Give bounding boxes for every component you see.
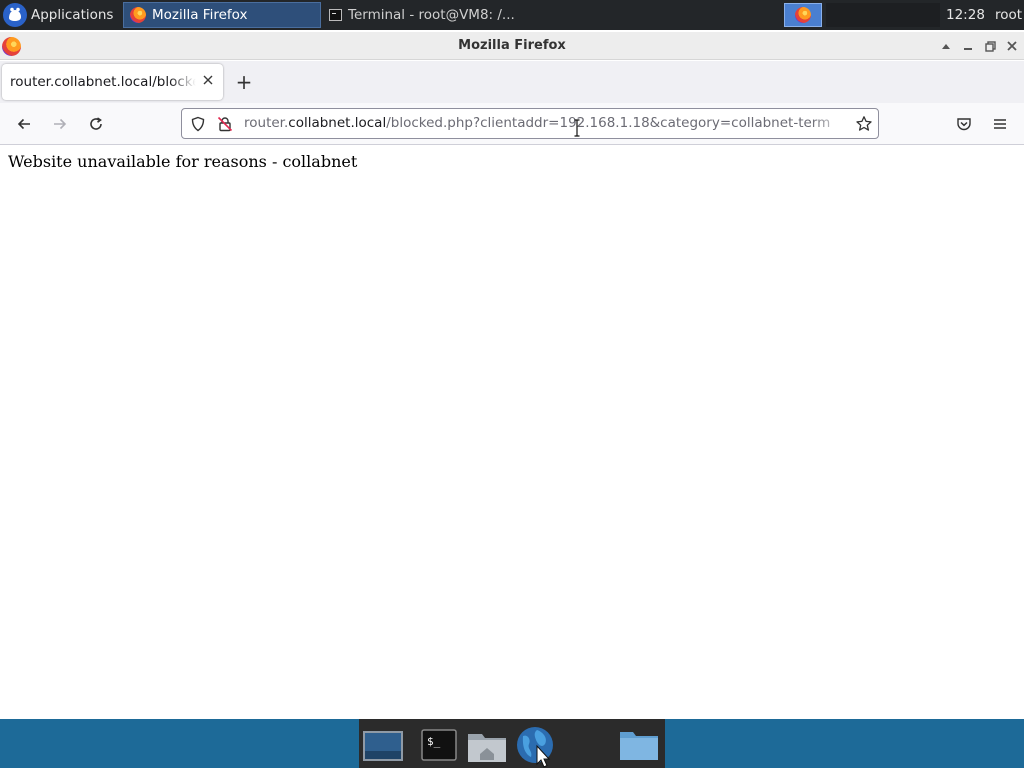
user-menu[interactable]: root	[995, 0, 1022, 30]
top-panel: Applications Mozilla Firefox Terminal - …	[0, 0, 1024, 30]
tab-label: router.collabnet.local/blocked.php?clien…	[10, 74, 196, 90]
firefox-icon	[130, 7, 146, 23]
taskbar-terminal-label: Terminal - root@VM8: /...	[348, 7, 515, 23]
workspace-1-button[interactable]	[784, 3, 822, 27]
app-menu-button[interactable]	[988, 112, 1012, 136]
terminal-icon	[329, 9, 342, 21]
maximize-icon[interactable]	[982, 38, 998, 54]
workspace-2-button[interactable]	[826, 3, 940, 27]
clock[interactable]: 12:28	[946, 0, 985, 30]
files-icon[interactable]	[617, 724, 661, 764]
navigation-toolbar: router.collabnet.local/blocked.php?clien…	[0, 103, 1024, 145]
dock: $_	[359, 719, 665, 768]
taskbar-firefox-label: Mozilla Firefox	[152, 7, 248, 23]
applications-label: Applications	[31, 7, 114, 23]
firefox-icon	[2, 37, 21, 56]
tracking-protection-shield-icon[interactable]	[190, 116, 206, 136]
url-prefix: router.	[244, 115, 289, 131]
url-host: collabnet.local	[288, 115, 387, 131]
pocket-button[interactable]	[952, 112, 976, 136]
forward-button[interactable]	[48, 112, 72, 136]
url-bar[interactable]: router.collabnet.local/blocked.php?clien…	[181, 108, 879, 139]
terminal-icon[interactable]: $_	[419, 724, 463, 764]
new-tab-button[interactable]: +	[232, 71, 256, 95]
window-titlebar[interactable]: Mozilla Firefox	[0, 32, 1024, 60]
tab-strip: router.collabnet.local/blocked.php?clien…	[0, 61, 1024, 103]
text-cursor	[574, 119, 580, 137]
back-button[interactable]	[12, 112, 36, 136]
url-path: /blocked.php?clientaddr=192.168.1.18&cat…	[386, 115, 831, 131]
terminal-glyph: $_	[427, 735, 441, 748]
insecure-lock-icon[interactable]	[217, 116, 233, 136]
tab-blocked-page[interactable]: router.collabnet.local/blocked.php?clien…	[2, 64, 223, 100]
tab-close-icon[interactable]	[201, 74, 215, 88]
url-text[interactable]: router.collabnet.local/blocked.php?clien…	[244, 109, 848, 138]
web-browser-icon[interactable]	[515, 724, 559, 768]
firefox-icon	[795, 7, 811, 23]
reload-button[interactable]	[84, 112, 108, 136]
minimize-icon[interactable]	[960, 38, 976, 54]
bookmark-star-icon[interactable]	[855, 115, 873, 137]
taskbar-terminal[interactable]: Terminal - root@VM8: /...	[323, 2, 521, 28]
blocked-message: Website unavailable for reasons - collab…	[8, 152, 358, 171]
applications-menu[interactable]: Applications	[0, 0, 118, 30]
home-folder-icon[interactable]	[465, 724, 509, 764]
shade-up-icon[interactable]	[938, 38, 954, 54]
close-icon[interactable]	[1004, 38, 1020, 54]
window-title: Mozilla Firefox	[458, 38, 566, 53]
page-content: Website unavailable for reasons - collab…	[0, 146, 1024, 719]
taskbar-firefox[interactable]: Mozilla Firefox	[123, 2, 321, 28]
xfce-mouse-icon	[3, 3, 27, 27]
workspace-icon[interactable]	[361, 724, 405, 764]
